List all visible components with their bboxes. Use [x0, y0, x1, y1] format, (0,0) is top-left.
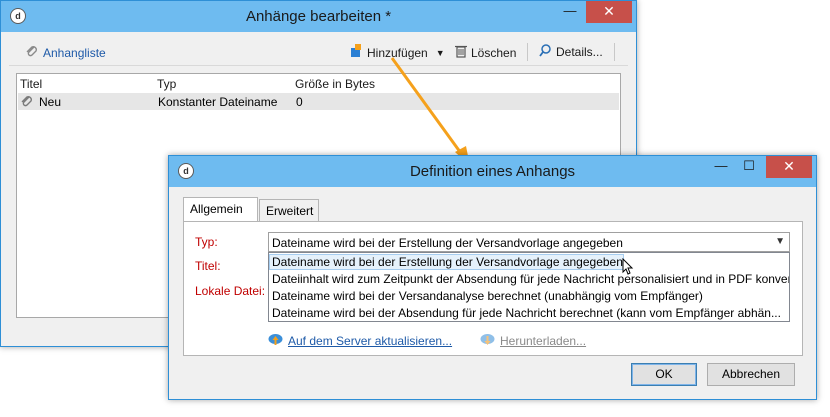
delete-label: Löschen: [471, 45, 517, 60]
upload-link[interactable]: Auf dem Server aktualisieren...: [268, 332, 452, 349]
type-dropdown-list[interactable]: Dateiname wird bei der Erstellung der Ve…: [268, 252, 790, 322]
ok-button[interactable]: OK: [631, 363, 697, 386]
chevron-down-icon[interactable]: ▼: [436, 48, 445, 58]
type-select-value: Dateiname wird bei der Erstellung der Ve…: [272, 236, 623, 250]
mouse-cursor-icon: [622, 257, 634, 278]
main-toolbar: Anhangliste Hinzufügen ▼ Löschen Details…: [9, 39, 628, 66]
toolbar-separator: [614, 43, 615, 61]
general-panel: Typ: Titel: Lokale Datei: Dateiname wird…: [183, 221, 803, 356]
cancel-button[interactable]: Abbrechen: [707, 363, 795, 386]
download-link[interactable]: Herunterladen...: [480, 332, 586, 349]
type-option[interactable]: Dateiname wird bei der Erstellung der Ve…: [269, 254, 624, 270]
minimize-button[interactable]: —: [707, 156, 735, 178]
type-option[interactable]: Dateiname wird bei der Versandanalyse be…: [272, 289, 703, 303]
cloud-upload-icon: [268, 332, 283, 349]
title-label: Titel:: [195, 259, 221, 273]
attachment-list-label: Anhangliste: [43, 45, 106, 60]
table-row[interactable]: Neu Konstanter Dateiname 0: [18, 93, 619, 110]
type-label: Typ:: [195, 235, 218, 249]
type-option[interactable]: Dateiname wird bei der Absendung für jed…: [272, 306, 781, 320]
cloud-download-icon: [480, 332, 495, 349]
close-button[interactable]: ✕: [586, 1, 632, 23]
cell-title: Neu: [39, 95, 62, 109]
type-option[interactable]: Dateiinhalt wird zum Zeitpunkt der Absen…: [272, 272, 789, 286]
details-button[interactable]: Details...: [539, 44, 603, 60]
download-label: Herunterladen...: [500, 333, 587, 348]
dialog-tabs: Allgemein Erweitert: [183, 197, 803, 221]
column-header-type[interactable]: Typ: [157, 77, 176, 91]
delete-button[interactable]: Löschen: [455, 44, 516, 61]
cell-type: Konstanter Dateiname: [158, 95, 278, 109]
column-header-size[interactable]: Größe in Bytes: [295, 77, 375, 91]
attachment-definition-dialog: d Definition eines Anhangs — ☐ ✕ Allgeme…: [168, 155, 817, 400]
local-file-label: Lokale Datei:: [195, 284, 266, 298]
add-button[interactable]: Hinzufügen ▼: [349, 44, 445, 61]
add-label: Hinzufügen: [367, 45, 428, 60]
cell-size: 0: [296, 95, 303, 109]
magnifier-icon: [539, 44, 552, 60]
main-titlebar[interactable]: d Anhänge bearbeiten * — ✕: [1, 1, 636, 32]
column-header-title[interactable]: Titel: [20, 77, 42, 91]
type-select[interactable]: Dateiname wird bei der Erstellung der Ve…: [268, 232, 790, 252]
paperclip-icon: [25, 44, 39, 61]
trash-icon: [455, 44, 467, 61]
add-attachment-icon: [349, 44, 363, 61]
details-label: Details...: [556, 45, 603, 59]
chevron-down-icon[interactable]: ▼: [775, 236, 785, 247]
toolbar-separator: [527, 43, 528, 61]
tab-general[interactable]: Allgemein: [183, 197, 258, 221]
upload-label: Auf dem Server aktualisieren...: [288, 333, 453, 348]
tab-advanced[interactable]: Erweitert: [259, 199, 319, 221]
maximize-button[interactable]: ☐: [735, 156, 763, 178]
attachment-list-tab[interactable]: Anhangliste: [25, 44, 106, 61]
minimize-button[interactable]: —: [556, 1, 584, 23]
dialog-titlebar[interactable]: d Definition eines Anhangs — ☐ ✕: [169, 156, 816, 187]
paperclip-icon: [20, 94, 34, 111]
close-button[interactable]: ✕: [766, 156, 812, 178]
main-window-title: Anhänge bearbeiten *: [245, 8, 392, 25]
